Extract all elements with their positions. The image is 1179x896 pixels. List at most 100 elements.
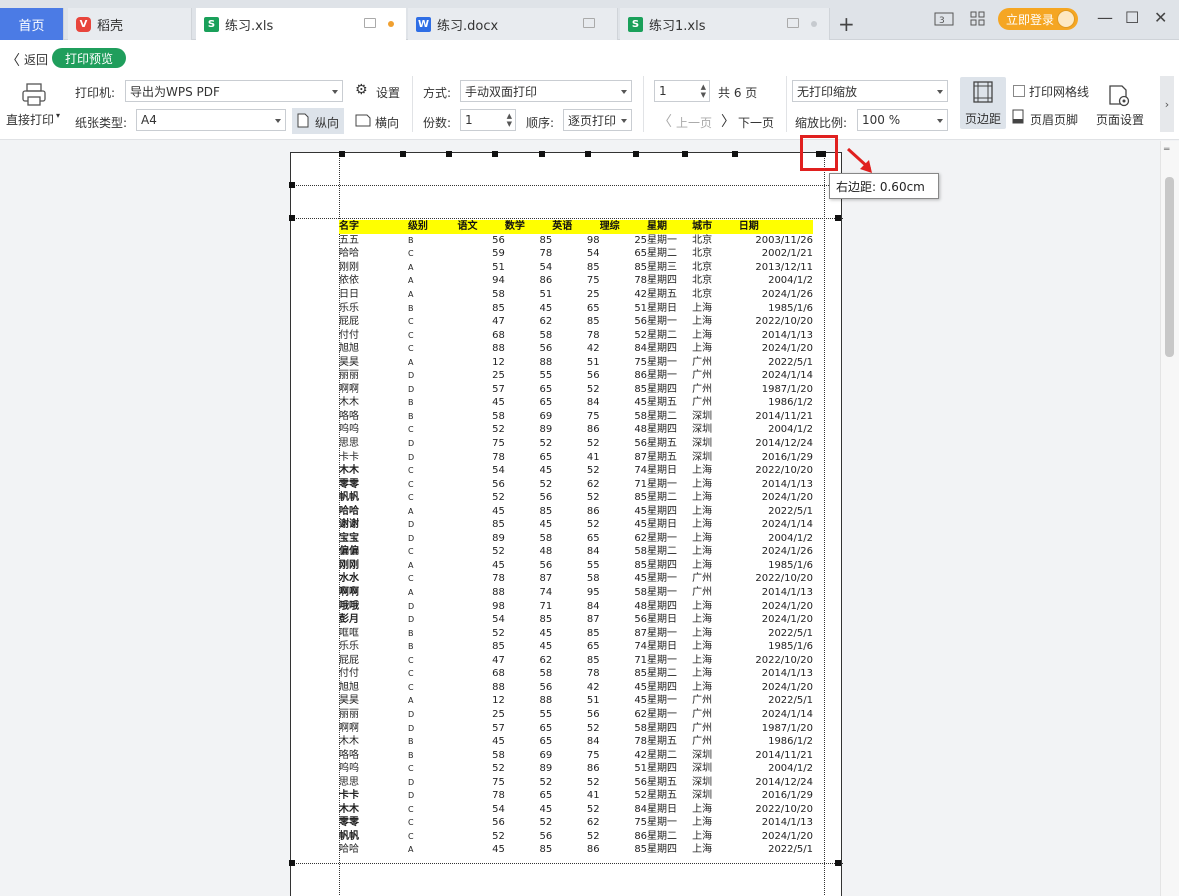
scaling-select[interactable]: 无打印缩放 [792,80,948,102]
table-cell: 56 [634,316,648,328]
direct-print-dropdown-icon[interactable]: ▾ [56,111,60,120]
portrait-label: 纵向 [315,116,340,130]
mode-select[interactable]: 手动双面打印 [460,80,632,102]
next-page-chevron-icon[interactable]: 〉 [721,111,735,131]
table-cell: 57 [492,722,505,734]
table-cell: 星期日 [647,641,678,653]
page-setup-icon[interactable] [1108,84,1132,108]
monitor-icon[interactable] [787,18,799,28]
close-dot-icon[interactable] [811,21,817,27]
gear-icon[interactable]: ⚙ [355,82,368,98]
toolbar-scroll-right-icon[interactable]: › [1160,76,1174,132]
margin-handle[interactable] [446,151,452,157]
table-cell: 57 [492,383,505,395]
minimize-icon[interactable]: — [1097,8,1113,27]
margins-button[interactable]: 页边距 [960,77,1006,129]
table-cell: 乐乐 [339,302,359,314]
prev-page-button[interactable]: 上一页 [676,114,712,131]
margin-handle[interactable] [289,182,295,188]
header-footer-button[interactable]: 页眉页脚 [1030,111,1078,128]
margin-handle[interactable] [732,151,738,157]
landscape-page-icon [355,114,371,127]
column-header: 级别 [407,220,458,234]
back-button[interactable]: 返回 [24,51,48,68]
monitor-icon[interactable] [583,18,595,28]
new-tab-button[interactable]: + [838,12,855,36]
table-row: 卡卡 D 78 65 41 52 星期五 深圳 2016/1/29 [339,789,813,803]
paper-type-select[interactable]: A4 [136,109,286,131]
tab-exercise1-xls[interactable]: S 练习1.xls [620,8,830,40]
direct-print-button[interactable]: 直接打印 [6,111,54,128]
right-margin-guide[interactable] [824,153,825,896]
table-cell: 呜呜 [339,424,359,436]
next-page-button[interactable]: 下一页 [738,114,774,131]
table-row: 偏偏 C 52 48 84 58 星期二 上海 2024/1/26 [339,545,813,559]
margin-handle[interactable] [682,151,688,157]
tab-exercise-xls[interactable]: S 练习.xls [196,8,406,40]
header-footer-icon[interactable] [1012,109,1024,124]
margin-handle[interactable] [633,151,639,157]
vertical-scrollbar[interactable]: ═ [1160,141,1179,896]
layout-3-icon[interactable]: 3 [934,10,954,28]
landscape-button[interactable]: 横向 [350,108,406,134]
table-cell: 木木 [339,736,359,748]
portrait-button[interactable]: 纵向 [292,108,344,134]
table-cell: 41 [586,790,600,802]
settings-button[interactable]: 设置 [376,84,400,101]
table-cell: A [407,696,414,706]
order-select[interactable]: 逐页打印 [563,109,632,131]
table-cell: 上海 [692,478,713,490]
back-chevron-icon[interactable]: 〈 [6,50,20,70]
table-cell: 52 [539,438,553,450]
close-icon[interactable]: ✕ [1154,8,1167,27]
column-header: 英语 [552,220,600,234]
scrollbar-thumb[interactable] [1165,177,1174,357]
table-row: 呜呜 C 52 89 86 51 星期四 深圳 2004/1/2 [339,762,813,776]
grid-apps-icon[interactable] [968,10,988,28]
table-cell: 48 [634,424,648,436]
scroll-up-icon[interactable]: ═ [1164,145,1169,155]
margin-handle[interactable] [539,151,545,157]
margin-handle[interactable] [585,151,591,157]
table-cell: 1985/1/6 [768,302,813,314]
table-cell: D [407,520,415,530]
margin-handle[interactable] [289,215,295,221]
margin-handle[interactable] [400,151,406,157]
table-cell: B [407,628,414,638]
table-cell: 星期五 [647,451,678,463]
zoom-select[interactable]: 100 % [857,109,948,131]
bottom-margin-guide[interactable] [291,863,843,864]
printer-select[interactable]: 导出为WPS PDF [125,80,343,102]
table-cell: 86 [634,830,648,842]
table-cell: 帆帆 [339,830,359,842]
table-cell: 65 [586,641,600,653]
login-button[interactable]: 立即登录 [998,8,1078,30]
tab-exercise-docx[interactable]: W 练习.docx [408,8,618,40]
tab-home[interactable]: 首页 [0,8,64,40]
header-margin-guide[interactable] [291,218,843,219]
table-cell: D [407,791,415,801]
table-cell: 88 [539,356,553,368]
print-gridlines-checkbox[interactable] [1013,85,1025,97]
margin-handle[interactable] [339,151,345,157]
monitor-icon[interactable] [364,18,376,28]
margin-handle[interactable] [289,860,295,866]
stepper-arrows-icon[interactable]: ▲ ▼ [507,112,512,128]
table-cell: 上海 [692,532,713,544]
stepper-arrows-icon[interactable]: ▲ ▼ [701,83,706,99]
table-cell: 45 [539,803,553,815]
top-margin-guide[interactable] [291,185,843,186]
margin-handle[interactable] [835,215,841,221]
tab-docer[interactable]: V 稻壳 [68,8,192,40]
margin-handle[interactable] [492,151,498,157]
table-cell: 85 [492,641,505,653]
page-number-stepper[interactable]: 1 ▲ ▼ [654,80,710,102]
printer-icon[interactable] [20,82,48,108]
maximize-icon[interactable]: ☐ [1125,8,1139,27]
divider [643,76,644,132]
table-cell: 上海 [692,302,713,314]
page-setup-button[interactable]: 页面设置 [1096,111,1144,128]
copies-stepper[interactable]: 1 ▲ ▼ [460,109,516,131]
table-cell: 51 [586,695,600,707]
margin-handle[interactable] [835,860,841,866]
